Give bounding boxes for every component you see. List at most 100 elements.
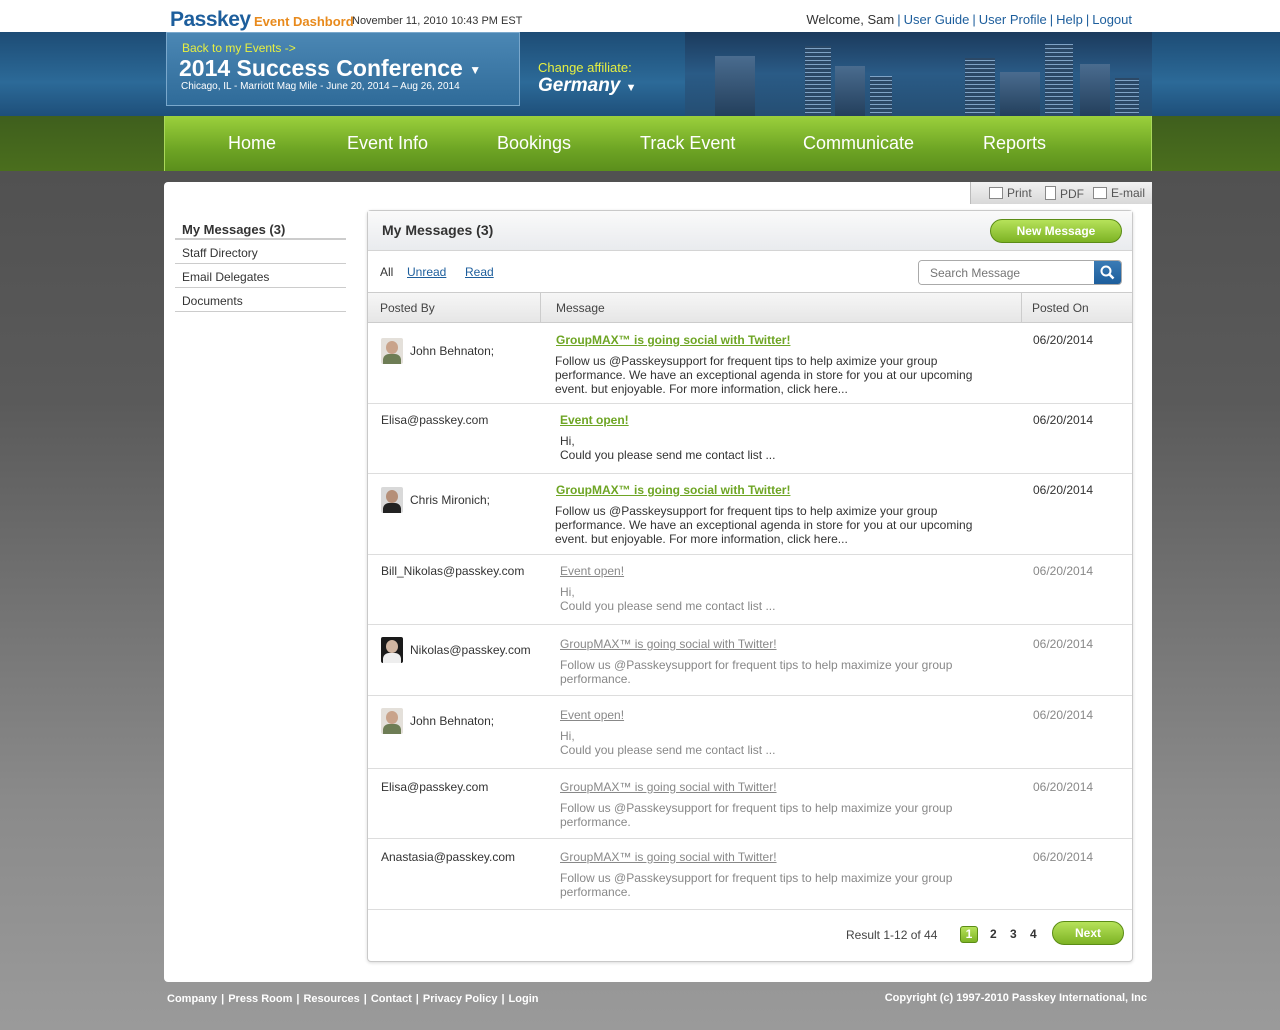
search-button[interactable] (1094, 261, 1121, 284)
poster-name: Elisa@passkey.com (381, 780, 489, 794)
logout-link[interactable]: Logout (1092, 12, 1132, 27)
message-subject-link[interactable]: Event open! (560, 413, 629, 427)
user-guide-link[interactable]: User Guide (904, 12, 970, 27)
sidebar-item-email-delegates[interactable]: Email Delegates (175, 264, 346, 288)
message-preview: Hi, Could you please send me contact lis… (560, 729, 776, 757)
message-date: 06/20/2014 (1033, 333, 1094, 347)
message-subject-link[interactable]: GroupMAX™ is going social with Twitter! (556, 483, 790, 497)
avatar (381, 487, 403, 513)
messages-panel: My Messages (3) New Message All Unread R… (367, 210, 1133, 962)
user-profile-link[interactable]: User Profile (979, 12, 1047, 27)
filter-unread[interactable]: Unread (407, 265, 446, 279)
nav-home[interactable]: Home (228, 133, 276, 154)
event-title-dropdown[interactable]: 2014 Success Conference ▼ (179, 55, 481, 82)
message-preview: Follow us @Passkeysupport for frequent t… (555, 504, 973, 546)
user-links: Welcome, Sam | User Guide | User Profile | Hel… (806, 12, 1132, 27)
sidebar-item-staff-directory[interactable]: Staff Directory (175, 240, 346, 264)
new-message-button[interactable]: New Message (990, 219, 1122, 243)
panel-title: My Messages (3) (382, 222, 494, 238)
affiliate-value: Germany (538, 75, 621, 96)
event-details: Chicago, IL - Marriott Mag Mile - June 2… (181, 81, 460, 92)
footer-links: Company | Press Room | Resources | Contact | Pri… (167, 993, 539, 1005)
message-row[interactable]: John Behnaton; GroupMAX™ is going social… (368, 323, 1132, 404)
email-button[interactable]: E-mail (1093, 186, 1145, 200)
message-row[interactable]: Elisa@passkey.com Event open! Hi, Could … (368, 404, 1132, 474)
next-page-button[interactable]: Next (1052, 921, 1124, 945)
printer-icon (989, 187, 1003, 199)
message-date: 06/20/2014 (1033, 850, 1094, 864)
message-preview: Hi, Could you please send me contact lis… (560, 585, 776, 613)
message-date: 06/20/2014 (1033, 637, 1094, 651)
affiliate-dropdown[interactable]: Germany ▼ (538, 75, 637, 97)
main-nav: Home Event Info Bookings Track Event Com… (164, 116, 1152, 171)
nav-reports[interactable]: Reports (983, 133, 1046, 154)
print-button[interactable]: Print (989, 186, 1032, 200)
message-row[interactable]: Bill_Nikolas@passkey.com Event open! Hi,… (368, 555, 1132, 625)
pagination: Result 1-12 of 44 1 2 3 4 Next (368, 913, 1132, 961)
message-subject-link[interactable]: GroupMAX™ is going social with Twitter! (560, 780, 777, 794)
message-subject-link[interactable]: Event open! (560, 564, 624, 578)
poster-name: John Behnaton; (410, 714, 495, 728)
caret-down-icon: ▼ (625, 82, 637, 94)
envelope-icon (1093, 187, 1107, 199)
event-selector: Back to my Events -> 2014 Success Confer… (166, 32, 520, 106)
footer-contact-link[interactable]: Contact (371, 993, 412, 1005)
footer-login-link[interactable]: Login (509, 993, 539, 1005)
passkey-logo[interactable]: Passkey (170, 8, 251, 32)
footer-press-room-link[interactable]: Press Room (228, 993, 292, 1005)
page-1[interactable]: 1 (960, 926, 978, 943)
top-bar: Passkey Event Dashbord November 11, 2010… (0, 0, 1280, 32)
help-link[interactable]: Help (1056, 12, 1083, 27)
message-preview: Follow us @Passkeysupport for frequent t… (560, 871, 953, 899)
footer-privacy-policy-link[interactable]: Privacy Policy (423, 993, 498, 1005)
message-row[interactable]: Chris Mironich; GroupMAX™ is going socia… (368, 474, 1132, 555)
event-banner: Back to my Events -> 2014 Success Confer… (0, 32, 1280, 116)
poster-name: Bill_Nikolas@passkey.com (381, 564, 525, 578)
nav-track-event[interactable]: Track Event (640, 133, 735, 154)
welcome-text: Welcome, Sam (806, 12, 895, 27)
avatar (381, 338, 403, 364)
pdf-label: PDF (1060, 187, 1084, 201)
search-input[interactable] (919, 261, 1095, 284)
message-preview: Follow us @Passkeysupport for frequent t… (560, 801, 953, 829)
message-subject-link[interactable]: GroupMAX™ is going social with Twitter! (560, 637, 777, 651)
main-content: Print PDF E-mail My Messages (3) Staff D… (164, 182, 1152, 982)
message-row[interactable]: Nikolas@passkey.com GroupMAX™ is going s… (368, 625, 1132, 696)
page-2[interactable]: 2 (990, 927, 997, 941)
message-date: 06/20/2014 (1033, 708, 1094, 722)
footer-resources-link[interactable]: Resources (303, 993, 359, 1005)
col-posted-on[interactable]: Posted On (1032, 301, 1089, 315)
message-subject-link[interactable]: Event open! (560, 708, 624, 722)
col-message[interactable]: Message (556, 301, 605, 315)
search-box (918, 260, 1122, 285)
filter-read[interactable]: Read (465, 265, 494, 279)
message-row[interactable]: Anastasia@passkey.com GroupMAX™ is going… (368, 839, 1132, 910)
page-4[interactable]: 4 (1030, 927, 1037, 941)
nav-bookings[interactable]: Bookings (497, 133, 571, 154)
back-to-events-link[interactable]: Back to my Events -> (182, 41, 296, 55)
col-posted-by[interactable]: Posted By (380, 301, 435, 315)
page-3[interactable]: 3 (1010, 927, 1017, 941)
pdf-button[interactable]: PDF (1045, 186, 1084, 201)
footer-company-link[interactable]: Company (167, 993, 217, 1005)
message-subject-link[interactable]: GroupMAX™ is going social with Twitter! (560, 850, 777, 864)
caret-down-icon: ▼ (469, 62, 482, 77)
pdf-icon (1045, 186, 1056, 200)
city-skyline-image (685, 32, 1152, 116)
poster-name: Chris Mironich; (410, 493, 491, 507)
page-tools: Print PDF E-mail (970, 182, 1152, 204)
nav-event-info[interactable]: Event Info (347, 133, 428, 154)
message-row[interactable]: John Behnaton; Event open! Hi, Could you… (368, 696, 1132, 769)
message-row[interactable]: Elisa@passkey.com GroupMAX™ is going soc… (368, 769, 1132, 839)
sidebar-item-documents[interactable]: Documents (175, 288, 346, 312)
event-title: 2014 Success Conference (179, 55, 463, 81)
avatar (381, 637, 403, 663)
copyright: Copyright (c) 1997-2010 Passkey Internat… (884, 992, 1147, 1004)
sidebar-item-my-messages[interactable]: My Messages (3) (175, 216, 346, 240)
message-subject-link[interactable]: GroupMAX™ is going social with Twitter! (556, 333, 790, 347)
filter-all[interactable]: All (380, 265, 393, 279)
nav-communicate[interactable]: Communicate (803, 133, 914, 154)
message-preview: Follow us @Passkeysupport for frequent t… (555, 354, 973, 396)
message-date: 06/20/2014 (1033, 483, 1094, 497)
poster-name: Elisa@passkey.com (381, 413, 489, 427)
